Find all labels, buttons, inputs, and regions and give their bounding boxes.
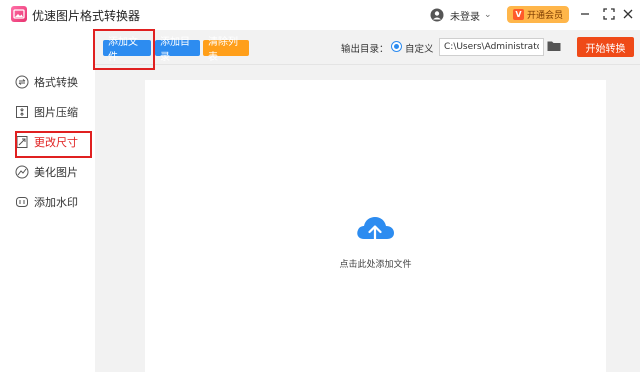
title-bar: 优速图片格式转换器 未登录 ⌄ V 开通会员 — [0, 0, 640, 30]
close-button[interactable] — [620, 6, 636, 22]
sidebar-item-convert[interactable]: 格式转换 — [14, 72, 78, 92]
beautify-icon — [14, 165, 29, 180]
output-dir-label: 输出目录： — [341, 44, 389, 55]
clear-list-button[interactable]: 清除列表 — [203, 37, 249, 63]
minimize-icon — [581, 13, 589, 15]
resize-highlight-box — [15, 131, 92, 158]
user-login-menu[interactable]: 未登录 ⌄ — [430, 6, 492, 24]
cloud-upload-icon — [357, 217, 394, 246]
convert-icon — [14, 75, 29, 90]
chevron-down-icon: ⌄ — [484, 10, 492, 20]
watermark-icon — [14, 195, 29, 210]
folder-icon[interactable] — [547, 40, 561, 52]
add-directory-button[interactable]: 添加目录 — [155, 37, 200, 63]
sidebar-item-label: 图片压缩 — [34, 106, 78, 119]
close-icon — [623, 9, 633, 19]
vip-button[interactable]: V 开通会员 — [507, 6, 569, 23]
vip-label: 开通会员 — [526, 11, 563, 21]
custom-output-radio[interactable] — [391, 41, 402, 52]
maximize-button[interactable] — [601, 6, 617, 22]
user-login-label: 未登录 — [450, 11, 480, 23]
sidebar-item-label: 格式转换 — [34, 76, 78, 89]
drop-hint-text: 点击此处添加文件 — [339, 260, 412, 270]
compress-icon — [14, 105, 29, 120]
sidebar-item-watermark[interactable]: 添加水印 — [14, 192, 78, 212]
sidebar-item-label: 美化图片 — [34, 166, 78, 179]
sidebar-item-label: 添加水印 — [34, 196, 78, 209]
minimize-button[interactable] — [577, 6, 593, 22]
toolbar: 添加文件 添加目录 清除列表 输出目录： 自定义 开始转换 — [95, 30, 640, 65]
user-avatar-icon — [430, 8, 444, 22]
app-title: 优速图片格式转换器 — [32, 9, 141, 23]
sidebar-item-compress[interactable]: 图片压缩 — [14, 102, 78, 122]
add-file-highlight-box — [93, 29, 155, 70]
maximize-icon — [603, 8, 615, 20]
sidebar-item-beautify[interactable]: 美化图片 — [14, 162, 78, 182]
output-path-input[interactable] — [439, 38, 544, 56]
file-drop-area[interactable]: 点击此处添加文件 — [145, 80, 606, 372]
app-logo-icon — [11, 6, 27, 22]
vip-icon: V — [512, 9, 524, 20]
custom-output-label: 自定义 — [405, 44, 434, 55]
start-convert-button[interactable]: 开始转换 — [577, 37, 634, 57]
sidebar: 格式转换 图片压缩 更改尺寸 美化图片 添加水印 — [0, 30, 95, 372]
